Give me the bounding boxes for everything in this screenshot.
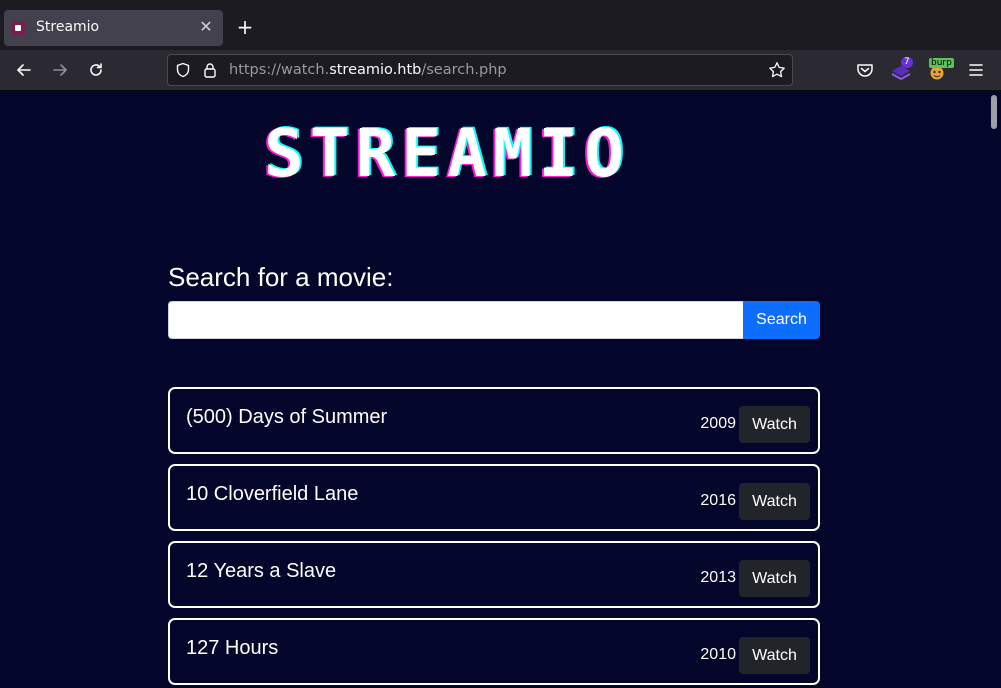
tracking-shield-icon[interactable] (175, 62, 191, 82)
watch-button[interactable]: Watch (739, 483, 810, 520)
navigation-toolbar: https://watch.streamio.htb/search.php 7 … (0, 50, 1001, 91)
page-content: STREAMIO STREAMIO STREAMIO Search for a … (0, 91, 987, 688)
back-arrow-icon[interactable] (9, 55, 39, 85)
extension-badge: 7 (901, 57, 913, 68)
search-input[interactable] (168, 301, 744, 339)
tab-title: Streamio (36, 19, 100, 35)
tab-streamio[interactable]: Streamio ✕ (4, 10, 223, 46)
movie-card: 127 Hours 2010 Watch (168, 618, 820, 685)
movie-card: (500) Days of Summer 2009 Watch (168, 387, 820, 454)
movie-year: 2010 (700, 646, 736, 663)
movie-title: (500) Days of Summer (186, 406, 388, 428)
page-scrollbar[interactable] (987, 91, 1001, 688)
pocket-icon[interactable] (851, 56, 879, 84)
url-text[interactable]: https://watch.streamio.htb/search.php (229, 62, 507, 78)
close-tab-icon[interactable]: ✕ (195, 16, 217, 38)
movie-year: 2009 (700, 415, 736, 432)
bookmark-star-icon[interactable] (768, 61, 786, 83)
watch-button[interactable]: Watch (739, 406, 810, 443)
search-heading: Search for a movie: (168, 262, 394, 292)
address-bar[interactable]: https://watch.streamio.htb/search.php (167, 54, 793, 86)
tab-bar: Streamio ✕ + (0, 0, 1001, 50)
watch-button[interactable]: Watch (739, 637, 810, 674)
movie-year: 2013 (700, 569, 736, 586)
forward-arrow-icon[interactable] (45, 55, 75, 85)
movie-title: 127 Hours (186, 637, 279, 659)
burp-badge: burp (929, 58, 954, 68)
streamio-logo: STREAMIO STREAMIO STREAMIO (262, 117, 630, 187)
reload-icon[interactable] (81, 55, 111, 85)
movie-title: 10 Cloverfield Lane (186, 483, 359, 505)
search-button[interactable]: Search (743, 301, 820, 339)
burp-extension-icon[interactable]: burp (924, 56, 954, 84)
hamburger-menu-icon[interactable] (962, 56, 990, 84)
movie-year: 2016 (700, 492, 736, 509)
movie-card: 12 Years a Slave 2013 Watch (168, 541, 820, 608)
watch-button[interactable]: Watch (739, 560, 810, 597)
extension-stack-icon[interactable]: 7 (887, 56, 915, 84)
svg-text:STREAMIO: STREAMIO (264, 117, 630, 187)
new-tab-plus-icon[interactable]: + (233, 15, 257, 39)
movie-title: 12 Years a Slave (186, 560, 337, 582)
movie-card: 10 Cloverfield Lane 2016 Watch (168, 464, 820, 531)
scrollbar-thumb[interactable] (991, 95, 997, 129)
streamio-favicon-icon (12, 21, 26, 35)
lock-icon[interactable] (203, 62, 217, 82)
